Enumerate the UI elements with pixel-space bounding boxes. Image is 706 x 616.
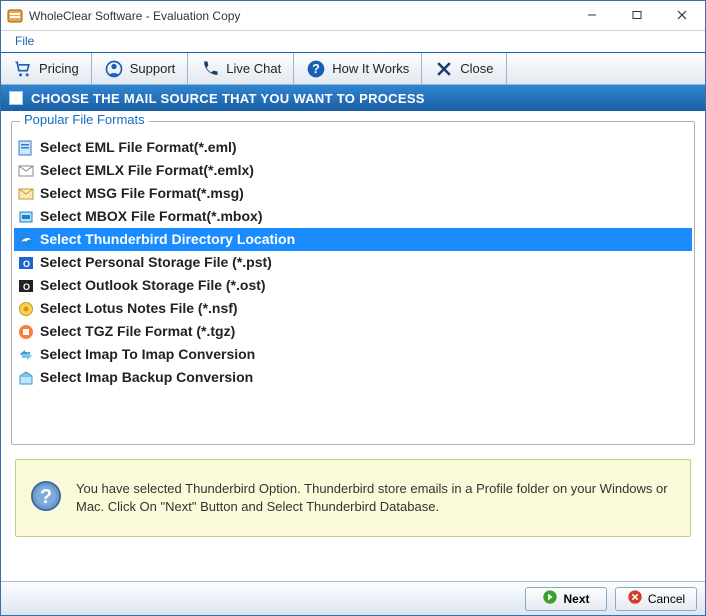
- cancel-label: Cancel: [648, 592, 685, 606]
- mbox-icon: [18, 209, 34, 225]
- msg-icon: [18, 186, 34, 202]
- main-panel: Popular File Formats Select EML File For…: [1, 111, 705, 581]
- next-button[interactable]: Next: [525, 587, 607, 611]
- section-heading: CHOOSE THE MAIL SOURCE THAT YOU WANT TO …: [1, 85, 705, 111]
- format-list: Select EML File Format(*.eml) Select EMLX…: [14, 136, 692, 389]
- livechat-label: Live Chat: [226, 61, 281, 76]
- format-option[interactable]: Select EML File Format(*.eml): [14, 136, 692, 159]
- maximize-button[interactable]: [614, 1, 659, 29]
- eml-icon: [18, 140, 34, 156]
- menu-file[interactable]: File: [3, 31, 46, 51]
- format-label: Select Thunderbird Directory Location: [40, 230, 295, 249]
- nsf-icon: [18, 301, 34, 317]
- format-option[interactable]: Select Lotus Notes File (*.nsf): [14, 297, 692, 320]
- support-icon: [104, 59, 124, 79]
- titlebar: WholeClear Software - Evaluation Copy: [1, 1, 705, 31]
- format-label: Select MSG File Format(*.msg): [40, 184, 244, 203]
- pst-icon: O: [18, 255, 34, 271]
- format-label: Select EMLX File Format(*.emlx): [40, 161, 254, 180]
- question-icon: ?: [306, 59, 326, 79]
- format-label: Select Imap Backup Conversion: [40, 368, 253, 387]
- format-option[interactable]: Select EMLX File Format(*.emlx): [14, 159, 692, 182]
- imap-icon: [18, 347, 34, 363]
- format-label: Select Outlook Storage File (*.ost): [40, 276, 266, 295]
- pricing-button[interactable]: Pricing: [1, 53, 92, 84]
- imapbk-icon: [18, 370, 34, 386]
- app-icon: [7, 8, 23, 24]
- minimize-icon: [587, 10, 597, 20]
- svg-text:?: ?: [40, 486, 52, 508]
- support-button[interactable]: Support: [92, 53, 189, 84]
- svg-text:O: O: [23, 259, 30, 269]
- info-question-icon: ?: [30, 480, 62, 517]
- groupbox-legend: Popular File Formats: [20, 112, 149, 127]
- close-x-icon: [434, 59, 454, 79]
- format-option[interactable]: Select Thunderbird Directory Location: [14, 228, 692, 251]
- format-option[interactable]: Select MSG File Format(*.msg): [14, 182, 692, 205]
- section-heading-text: CHOOSE THE MAIL SOURCE THAT YOU WANT TO …: [31, 91, 425, 106]
- app-window: WholeClear Software - Evaluation Copy Fi…: [0, 0, 706, 616]
- close-window-button[interactable]: [659, 1, 704, 29]
- format-label: Select EML File Format(*.eml): [40, 138, 237, 157]
- step-icon: [9, 91, 23, 105]
- toolbar: Pricing Support Live Chat ? How It Works…: [1, 53, 705, 85]
- info-wrap: ? You have selected Thunderbird Option. …: [11, 459, 695, 537]
- phone-icon: [200, 59, 220, 79]
- menubar: File: [1, 31, 705, 53]
- close-icon: [677, 10, 687, 20]
- tgz-icon: [18, 324, 34, 340]
- svg-text:O: O: [23, 282, 30, 292]
- format-option[interactable]: Select MBOX File Format(*.mbox): [14, 205, 692, 228]
- cancel-button[interactable]: Cancel: [615, 587, 697, 611]
- format-option[interactable]: Select TGZ File Format (*.tgz): [14, 320, 692, 343]
- minimize-button[interactable]: [569, 1, 614, 29]
- svg-text:?: ?: [312, 62, 320, 76]
- cancel-x-icon: [627, 589, 643, 608]
- formats-groupbox: Popular File Formats Select EML File For…: [11, 121, 695, 445]
- format-option[interactable]: Select Imap Backup Conversion: [14, 366, 692, 389]
- format-label: Select Personal Storage File (*.pst): [40, 253, 272, 272]
- format-option[interactable]: Select Imap To Imap Conversion: [14, 343, 692, 366]
- format-label: Select TGZ File Format (*.tgz): [40, 322, 235, 341]
- next-arrow-icon: [542, 589, 558, 608]
- format-option[interactable]: O Select Outlook Storage File (*.ost): [14, 274, 692, 297]
- window-controls: [569, 1, 704, 30]
- support-label: Support: [130, 61, 176, 76]
- cart-icon: [13, 59, 33, 79]
- format-label: Select MBOX File Format(*.mbox): [40, 207, 262, 226]
- info-box: ? You have selected Thunderbird Option. …: [15, 459, 691, 537]
- footer: Next Cancel: [1, 581, 705, 615]
- howitworks-button[interactable]: ? How It Works: [294, 53, 422, 84]
- window-title: WholeClear Software - Evaluation Copy: [29, 9, 569, 23]
- format-label: Select Lotus Notes File (*.nsf): [40, 299, 238, 318]
- toolbar-close-button[interactable]: Close: [422, 53, 506, 84]
- next-label: Next: [563, 592, 589, 606]
- emlx-icon: [18, 163, 34, 179]
- format-label: Select Imap To Imap Conversion: [40, 345, 255, 364]
- howitworks-label: How It Works: [332, 61, 409, 76]
- toolbar-close-label: Close: [460, 61, 493, 76]
- livechat-button[interactable]: Live Chat: [188, 53, 294, 84]
- ost-icon: O: [18, 278, 34, 294]
- pricing-label: Pricing: [39, 61, 79, 76]
- maximize-icon: [632, 10, 642, 20]
- format-option[interactable]: O Select Personal Storage File (*.pst): [14, 251, 692, 274]
- tbird-icon: [18, 232, 34, 248]
- info-text: You have selected Thunderbird Option. Th…: [76, 480, 676, 515]
